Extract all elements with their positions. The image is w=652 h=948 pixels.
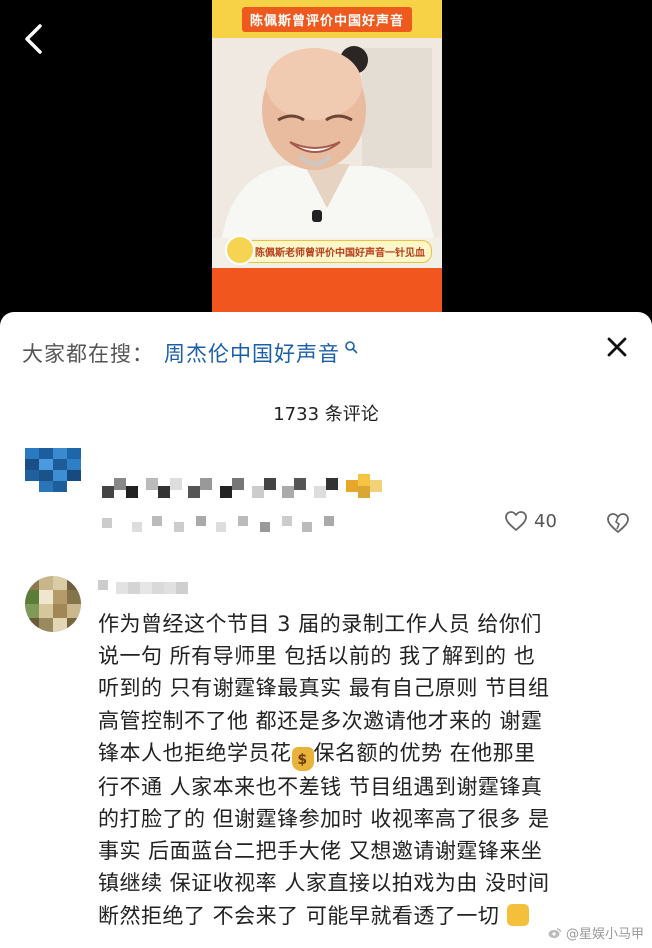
- video-person-image: [212, 38, 442, 238]
- trending-search: 大家都在搜： 周杰伦中国好声音: [22, 338, 358, 368]
- search-icon[interactable]: [344, 340, 358, 354]
- comment-line: 行不通 人家本来也不差钱 节目组遇到谢霆锋真: [98, 774, 543, 799]
- video-banner-text: 陈佩斯曾评价中国好声音: [241, 6, 412, 32]
- comment-line-with-emoji: 锋本人也拒绝学员花 $ 保名额的优势 在他那里: [98, 737, 638, 771]
- comment-text-pixelated: [102, 516, 334, 532]
- comment-line: 高管控制不了他 都还是多次邀请他才来的 谢霆: [98, 708, 543, 733]
- comment-line: 镇继续 保证收视率 人家直接以拍戏为由 没时间: [98, 871, 550, 896]
- comment-text: 作为曾经这个节目 3 届的录制工作人员 给你们 说一句 所有导师里 包括以前的 …: [98, 608, 638, 932]
- avatar-pixelated[interactable]: [25, 576, 81, 632]
- heart-icon: [505, 511, 527, 531]
- video-area: 陈佩斯曾评价中国好声音 陈佩斯老师曾评价中国好声音一针见血: [0, 0, 652, 312]
- comment-line: 的打脸了的 但谢霆锋参加时 收视率高了很多 是: [98, 807, 550, 832]
- thumbs-up-icon: [506, 903, 529, 926]
- comment-line: 作为曾经这个节目 3 届的录制工作人员 给你们: [98, 612, 542, 636]
- video-footer-bar: [212, 268, 442, 312]
- comment-line-part: 锋本人也拒绝学员花: [98, 740, 292, 765]
- video-caption: 陈佩斯老师曾评价中国好声音一针见血: [225, 234, 432, 265]
- username-pixelated[interactable]: [102, 470, 392, 504]
- comment-line-part: 断然拒绝了 不会来了 可能早就看透了一切: [98, 903, 500, 928]
- video-banner: 陈佩斯曾评价中国好声音: [212, 0, 442, 38]
- comment-line: 说一句 所有导师里 包括以前的 我了解到的 也: [98, 644, 536, 669]
- weibo-icon: [548, 927, 562, 938]
- avatar-pixelated[interactable]: [25, 448, 81, 492]
- mascot-icon: [225, 234, 255, 265]
- video-caption-bubble: 陈佩斯老师曾评价中国好声音一针见血: [225, 234, 432, 265]
- watermark-text: @星娱小马甲: [565, 927, 644, 942]
- like-button[interactable]: 40: [504, 510, 557, 532]
- comment-line-part: 保名额的优势 在他那里: [313, 740, 536, 765]
- comment-line: 事实 后面蓝台二把手大佬 又想邀请谢霆锋来坐: [98, 839, 543, 864]
- moneybag-icon: $: [291, 746, 314, 771]
- comment-count: 1733 条评论: [273, 404, 379, 425]
- video-caption-text: 陈佩斯老师曾评价中国好声音一针见血: [255, 247, 425, 259]
- like-count: 40: [534, 510, 557, 532]
- trending-search-label: 大家都在搜：: [22, 342, 154, 366]
- comment-sheet: 大家都在搜： 周杰伦中国好声音 1733 条评论 40 作为曾经这个节目 3 届…: [0, 312, 652, 948]
- username-pixelated[interactable]: [98, 576, 194, 596]
- video-thumbnail[interactable]: 陈佩斯曾评价中国好声音 陈佩斯老师曾评价中国好声音一针见血: [212, 0, 442, 312]
- comment-line: 听到的 只有谢霆锋最真实 最有自己原则 节目组: [98, 676, 550, 701]
- close-icon[interactable]: [606, 336, 628, 358]
- trending-search-term[interactable]: 周杰伦中国好声音: [164, 338, 340, 368]
- back-arrow-icon[interactable]: [18, 22, 52, 56]
- broken-heart-icon[interactable]: [606, 512, 630, 534]
- watermark: @星娱小马甲: [548, 923, 644, 942]
